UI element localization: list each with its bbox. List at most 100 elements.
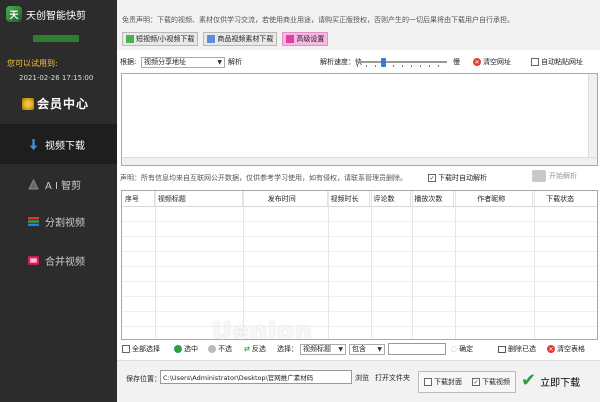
download-video-checkbox[interactable]: ✓ 下载视频 xyxy=(472,377,510,387)
slider-track xyxy=(357,61,447,63)
disclaimer-text: 免责声明：下载的视频、素材仅供学习交流，若使用商业用途，请购买正版授权，否则产生… xyxy=(122,16,514,24)
download-now-label: 立即下载 xyxy=(540,377,581,389)
clear-table-button[interactable]: ✕ 清空表格 xyxy=(547,344,585,354)
deselect-button[interactable]: 不选 xyxy=(208,344,232,354)
download-options: 下载封面 ✓ 下载视频 xyxy=(418,371,516,393)
slider-ticks xyxy=(357,65,447,67)
select-all-checkbox[interactable]: 全部选择 xyxy=(122,344,160,354)
auto-parse-checkbox[interactable]: ✓ 下载时自动解析 xyxy=(428,173,487,183)
open-folder-button[interactable]: 打开文件夹 xyxy=(375,373,410,383)
column-header[interactable]: 发布时间 xyxy=(243,191,328,206)
trial-label: 您可以试用到: xyxy=(7,59,58,68)
column-header[interactable]: 视频标题 xyxy=(155,191,243,206)
start-parse-label: 开始解析 xyxy=(549,172,577,180)
chevron-down-icon: ▼ xyxy=(217,58,222,66)
table-body[interactable] xyxy=(122,207,597,339)
delete-icon xyxy=(498,345,506,353)
column-header[interactable]: 下载状态 xyxy=(533,191,597,206)
download-arrow-icon xyxy=(29,138,38,150)
select-value: 视频分享地址 xyxy=(144,58,186,66)
slider-thumb[interactable] xyxy=(381,58,386,67)
button-label: 短视频/小视频下载 xyxy=(136,35,195,43)
nav-video-download[interactable]: 视频下载 xyxy=(0,124,117,164)
app-header: 天 天创智能快剪 xyxy=(6,6,86,22)
speed-label: 解析速度：快 xyxy=(320,58,362,66)
clear-icon: ✕ xyxy=(473,58,481,66)
main-panel: 免责声明：下载的视频、素材仅供学习交流，若使用商业用途，请购买正版授权，否则产生… xyxy=(117,0,600,402)
app-logo-icon: 天 xyxy=(6,6,22,22)
column-header[interactable]: 评论数 xyxy=(370,191,412,206)
choose-label: 选择： xyxy=(277,345,298,353)
select-value: 视频标题 xyxy=(303,345,331,353)
nav-merge-video[interactable]: 合并视频 xyxy=(0,240,117,280)
download-now-button[interactable]: ✔ 立即下载 xyxy=(517,366,595,396)
settings-icon xyxy=(286,35,295,43)
confirm-button[interactable]: ◌ 确定 xyxy=(451,344,473,354)
download-cover-checkbox[interactable]: 下载封面 xyxy=(424,377,462,387)
parse-source-select[interactable]: 视频分享地址 ▼ xyxy=(141,56,225,68)
download-cover-label: 下载封面 xyxy=(434,378,462,386)
ai-edit-icon xyxy=(28,178,39,189)
notice-row: 声明：所有信息均来自互联网公开数据，仅供参考学习使用，如有侵权，请联系管理员删除… xyxy=(117,170,600,186)
top-bar: 免责声明：下载的视频、素材仅供学习交流，若使用商业用途，请购买正版授权，否则产生… xyxy=(117,0,600,50)
horizontal-scrollbar[interactable] xyxy=(122,157,597,165)
auto-paste-checkbox[interactable]: 自动粘贴网址 xyxy=(531,57,583,67)
short-video-download-button[interactable]: 短视频/小视频下载 xyxy=(122,32,199,46)
column-header[interactable]: 播放次数 xyxy=(411,191,455,206)
nav-label: 视频下载 xyxy=(45,140,85,152)
clear-url-button[interactable]: ✕ 清空网址 xyxy=(473,57,511,67)
nav-label: 分割视频 xyxy=(45,217,85,229)
selection-toolbar: 全部选择 选中 不选 ⇄ 反选 选择： 视频标题 ▼ 包含 ▼ ◌ 确定 删除已… xyxy=(117,342,600,356)
user-badge xyxy=(33,35,79,42)
clear-icon: ✕ xyxy=(547,345,555,353)
column-header[interactable]: 视频时长 xyxy=(328,191,371,206)
filter-match-select[interactable]: 包含 ▼ xyxy=(349,343,385,355)
deselect-label: 不选 xyxy=(218,345,232,353)
parse-by-label: 根据: xyxy=(120,58,137,66)
column-header[interactable]: 作者昵称 xyxy=(454,191,534,206)
browse-button[interactable]: 浏览 xyxy=(355,373,369,383)
watermark: Uenion xyxy=(212,317,313,345)
parse-button[interactable]: 解析 xyxy=(228,57,242,67)
vertical-scrollbar[interactable] xyxy=(588,74,597,165)
chevron-down-icon: ▼ xyxy=(377,345,382,353)
invert-label: 反选 xyxy=(251,345,266,353)
parse-icon xyxy=(532,170,546,182)
column-header[interactable]: 序号 xyxy=(122,191,155,206)
select-value: 包含 xyxy=(352,345,366,353)
select-all-label: 全部选择 xyxy=(132,345,160,353)
parse-speed-slider[interactable] xyxy=(357,58,447,67)
delete-selected-button[interactable]: 删除已选 xyxy=(498,344,536,354)
invert-button[interactable]: ⇄ 反选 xyxy=(244,344,266,354)
app-title: 天创智能快剪 xyxy=(26,10,86,22)
filter-field-select[interactable]: 视频标题 ▼ xyxy=(300,343,346,355)
parse-row: 根据: 视频分享地址 ▼ 解析 解析速度：快 慢 ✕ 清空网址 自动粘贴网址 xyxy=(117,54,600,70)
url-textarea[interactable] xyxy=(121,73,598,166)
advanced-settings-button[interactable]: 高级设置 xyxy=(282,32,329,46)
sidebar: 天 天创智能快剪 您可以试用到: 2021-02-26 17:15:00 会员中… xyxy=(0,0,117,402)
button-label: 高级设置 xyxy=(296,35,325,43)
checkbox-icon xyxy=(531,58,539,66)
goods-icon xyxy=(207,35,216,43)
video-table: 序号 视频标题 发布时间 视频时长 评论数 播放次数 作者昵称 下载状态 xyxy=(121,190,598,340)
toolbar: 短视频/小视频下载 商品视频素材下载 高级设置 xyxy=(122,32,329,46)
trial-date: 2021-02-26 17:15:00 xyxy=(19,74,94,82)
select-label: 选中 xyxy=(184,345,198,353)
select-icon xyxy=(174,345,182,353)
confirm-label: 确定 xyxy=(459,345,474,353)
notice-text: 声明：所有信息均来自互联网公开数据，仅供参考学习使用，如有侵权，请联系管理员删除… xyxy=(120,174,407,182)
goods-video-download-button[interactable]: 商品视频素材下载 xyxy=(203,32,278,46)
select-button[interactable]: 选中 xyxy=(174,344,198,354)
filter-keyword-input[interactable] xyxy=(388,343,446,355)
nav-ai-edit[interactable]: A I 智剪 xyxy=(0,164,117,204)
nav-split-video[interactable]: 分割视频 xyxy=(0,201,117,241)
bottom-bar: 保存位置： C:\Users\Administrator\Desktop\官网推… xyxy=(117,360,600,402)
save-path-input[interactable]: C:\Users\Administrator\Desktop\官网推广素材码 xyxy=(160,370,352,384)
download-video-label: 下载视频 xyxy=(482,378,510,386)
button-label: 商品视频素材下载 xyxy=(217,35,274,43)
member-center-button[interactable]: 会员中心 xyxy=(22,95,89,112)
checkbox-checked-icon: ✓ xyxy=(472,378,480,386)
start-parse-button[interactable]: 开始解析 xyxy=(532,170,577,182)
checkmark-icon: ✔ xyxy=(521,370,537,391)
checkbox-checked-icon: ✓ xyxy=(428,174,436,182)
